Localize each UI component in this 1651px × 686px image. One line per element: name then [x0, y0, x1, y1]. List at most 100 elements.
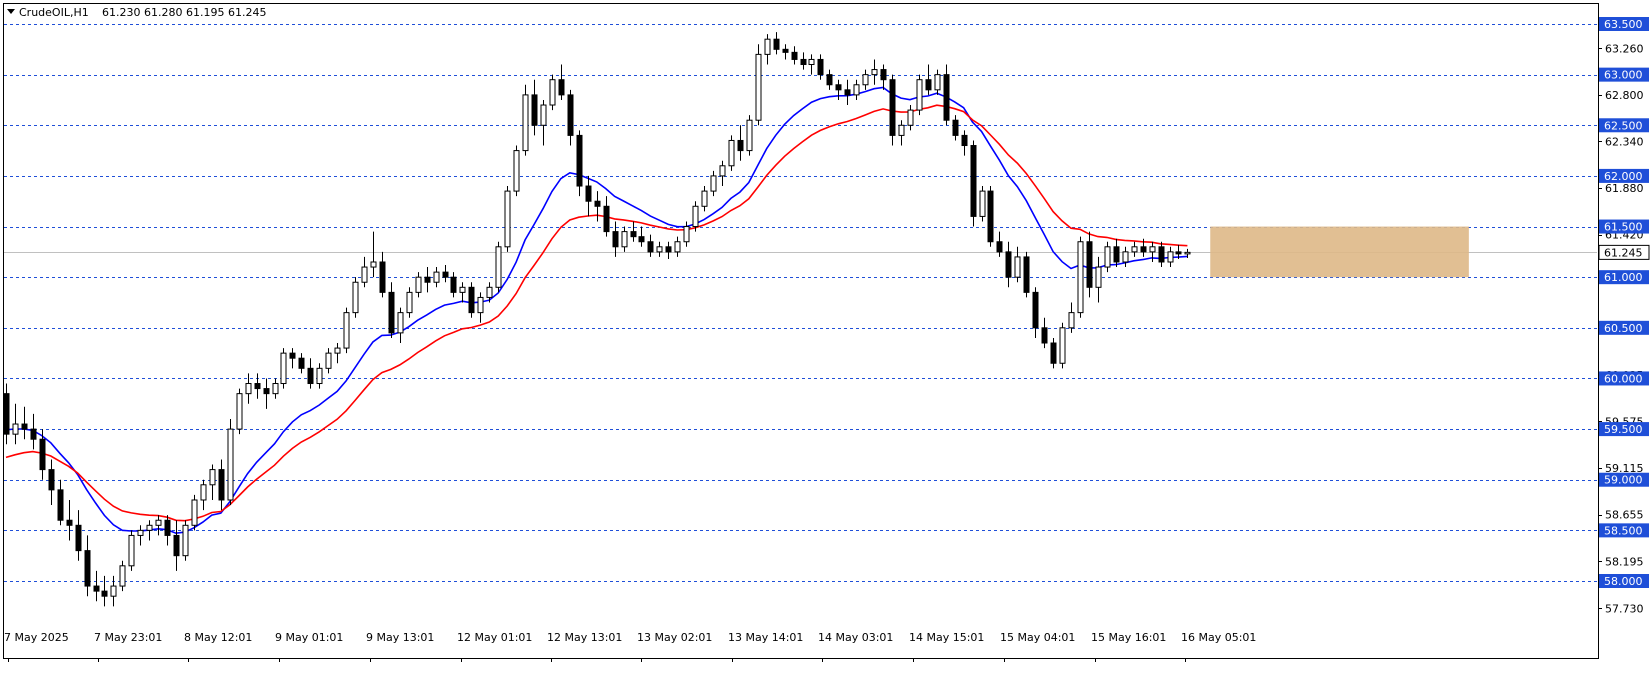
candle [182, 520, 189, 561]
candle-body [701, 190, 708, 207]
candle-body [835, 84, 842, 91]
candle-body [227, 428, 234, 501]
candle-body [1077, 241, 1084, 314]
price-level-tag-label: 62.000 [1604, 170, 1643, 183]
candle-body [254, 383, 261, 390]
candle-body [665, 246, 672, 253]
candle-body [137, 529, 144, 536]
candle-body [585, 185, 592, 202]
candle-body [343, 312, 350, 349]
x-tick-label: 9 May 01:01 [275, 631, 343, 644]
candle [1077, 236, 1084, 318]
candle-body [173, 534, 180, 557]
candle-body [898, 124, 905, 136]
chart-window: 63.26062.80062.34061.88061.42060.03559.5… [0, 0, 1651, 682]
price-level-tag-label: 59.500 [1604, 423, 1643, 436]
candle-body [1086, 241, 1093, 288]
candle-body [1095, 266, 1102, 288]
x-tick-label: 13 May 14:01 [728, 631, 803, 644]
candle-body [996, 241, 1003, 253]
x-tick-label: 15 May 04:01 [1000, 631, 1075, 644]
candle-body [558, 79, 565, 96]
x-tick-label: 14 May 15:01 [909, 631, 984, 644]
range-zone [1210, 226, 1469, 278]
candle-body [808, 58, 815, 66]
candle-body [961, 134, 968, 147]
candle [128, 530, 135, 571]
candle-body [110, 585, 117, 597]
candle-body [1122, 251, 1129, 263]
symbol-label: CrudeOIL,H1 [19, 6, 89, 19]
candle [746, 115, 753, 156]
y-tick-label: 61.880 [1605, 182, 1644, 195]
candle-body [710, 175, 717, 192]
candle-body [84, 550, 91, 587]
candle-body [1059, 327, 1066, 364]
x-tick-label: 9 May 13:01 [366, 631, 434, 644]
candle [728, 135, 735, 171]
candle-body [1113, 246, 1120, 263]
candle [1059, 322, 1066, 369]
candle [343, 307, 350, 354]
candle [468, 282, 475, 318]
candle [755, 44, 762, 126]
x-tick-label: 8 May 12:01 [184, 631, 252, 644]
x-tick-label: 7 May 23:01 [94, 631, 162, 644]
candle-body [782, 48, 789, 53]
candle-body [925, 79, 932, 91]
candle-body [764, 38, 771, 55]
candle-body [66, 519, 73, 526]
x-tick-label: 15 May 16:01 [1091, 631, 1166, 644]
candle-body [862, 74, 869, 86]
price-level-tag-label: 60.000 [1604, 372, 1643, 385]
candle-body [826, 74, 833, 86]
candle-body [638, 236, 645, 243]
candle-body [943, 74, 950, 121]
candle-body [1032, 291, 1039, 329]
candle-body [513, 150, 520, 192]
x-tick-label: 7 May 2025 [4, 631, 69, 644]
candle-body [907, 109, 914, 126]
candle-body [1068, 312, 1075, 329]
candlestick-chart: 63.26062.80062.34061.88061.42060.03559.5… [0, 0, 1651, 682]
candle-body [1140, 246, 1147, 253]
candle-body [21, 423, 28, 430]
price-level-tag-label: 61.500 [1604, 221, 1643, 234]
y-tick-label: 57.730 [1605, 602, 1644, 615]
candle-body [1184, 251, 1191, 255]
candle-body [728, 139, 735, 167]
candle-body [656, 246, 663, 253]
price-level-tag-label: 58.000 [1604, 575, 1643, 588]
candle-body [952, 119, 959, 136]
candle-body [334, 347, 341, 354]
candle-body [298, 357, 305, 369]
candle-body [979, 190, 986, 217]
candle [280, 348, 287, 389]
candle-body [433, 271, 440, 283]
price-level-tag-label: 62.500 [1604, 119, 1643, 132]
candle [504, 186, 511, 252]
candle-body [970, 145, 977, 217]
x-tick-label: 13 May 02:01 [637, 631, 712, 644]
candle-body [817, 58, 824, 76]
candle-body [361, 266, 368, 283]
x-tick-label: 12 May 01:01 [457, 631, 532, 644]
candle-body [182, 524, 189, 557]
candle-body [504, 190, 511, 248]
candle [970, 140, 977, 227]
candle-body [630, 231, 637, 238]
candle-body [987, 190, 994, 243]
candle-body [39, 438, 46, 471]
candle [889, 74, 896, 146]
candle-body [101, 590, 108, 597]
candle-body [791, 51, 798, 60]
candle-body [719, 165, 726, 177]
candle-body [236, 393, 243, 430]
candle-body [800, 58, 807, 66]
candle [1023, 251, 1030, 298]
candle-body [57, 489, 64, 521]
candle-body [155, 519, 162, 526]
candle-body [200, 484, 207, 501]
candle-body [1149, 246, 1156, 253]
candle-body [1041, 327, 1048, 344]
